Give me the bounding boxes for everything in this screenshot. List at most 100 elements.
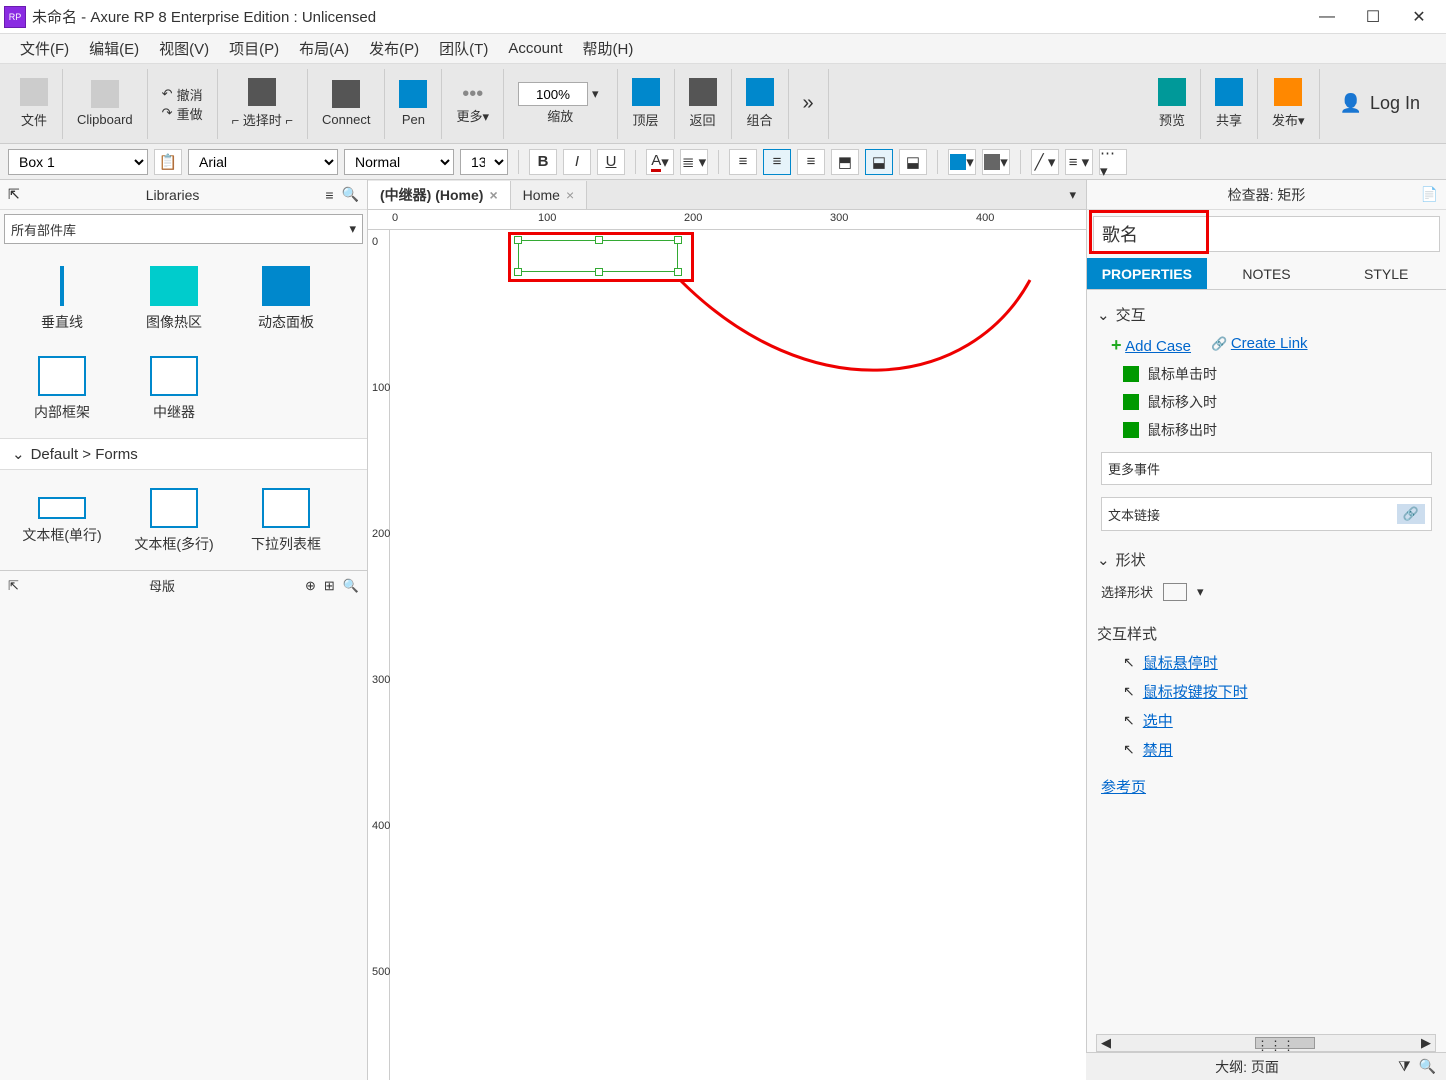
close-button[interactable]: ✕ (1396, 0, 1442, 34)
ixstyle-hover[interactable]: ↖鼠标悬停时 (1095, 648, 1438, 677)
scroll-right-icon[interactable]: ▶ (1417, 1035, 1435, 1051)
widget-vertical-line[interactable]: 垂直线 (6, 254, 118, 344)
login-button[interactable]: 👤 Log In (1320, 93, 1440, 114)
menu-account[interactable]: Account (498, 40, 572, 57)
widget-textfield[interactable]: 文本框(单行) (6, 476, 118, 566)
more-events-select[interactable]: 更多事件 (1101, 452, 1432, 485)
font-weight-select[interactable]: Normal (344, 149, 454, 175)
menu-edit[interactable]: 编辑(E) (79, 38, 149, 59)
ixstyle-disabled[interactable]: ↖禁用 (1095, 735, 1438, 764)
line-color-button[interactable]: ▾ (982, 149, 1010, 175)
menu-project[interactable]: 项目(P) (219, 38, 289, 59)
align-left-button[interactable]: ≡ (729, 149, 757, 175)
menu-publish[interactable]: 发布(P) (359, 38, 429, 59)
arrow-style-button[interactable]: ⋯ ▾ (1099, 149, 1127, 175)
select-mode-button[interactable]: ⌐ 选择时 ⌐ (218, 69, 308, 139)
close-icon[interactable]: × (489, 187, 497, 203)
tab-repeater-home[interactable]: (中继器) (Home)× (368, 181, 511, 209)
add-case-button[interactable]: + Add Case (1111, 335, 1191, 356)
shape-picker[interactable] (1163, 583, 1187, 601)
event-onclick[interactable]: 鼠标单击时 (1095, 360, 1438, 388)
reference-page-link[interactable]: 参考页 (1095, 779, 1146, 796)
text-color-button[interactable]: A ▾ (646, 149, 674, 175)
share-button[interactable]: 共享 (1201, 69, 1258, 139)
tab-properties[interactable]: PROPERTIES (1087, 258, 1207, 290)
line-style-button[interactable]: ≡ ▾ (1065, 149, 1093, 175)
close-icon[interactable]: × (566, 187, 574, 203)
tabs-dropdown-icon[interactable]: ▾ (1059, 187, 1086, 203)
undo-button[interactable]: ↶ 撤消 (162, 85, 203, 104)
zoom-dropdown-icon[interactable]: ▾ (588, 86, 603, 102)
redo-button[interactable]: ↷ 重做 (162, 104, 203, 123)
valign-bottom-button[interactable]: ⬓ (899, 149, 927, 175)
font-size-select[interactable]: 13 (460, 149, 508, 175)
text-link-row[interactable]: 文本链接 🔗 (1101, 497, 1432, 531)
ixstyle-selected[interactable]: ↖选中 (1095, 706, 1438, 735)
forms-section-header[interactable]: ⌄ Default > Forms (0, 438, 367, 470)
search-icon[interactable]: 🔍 (1419, 1058, 1436, 1075)
tab-style[interactable]: STYLE (1326, 258, 1446, 290)
scroll-left-icon[interactable]: ◀ (1097, 1035, 1115, 1051)
maximize-button[interactable]: ☐ (1350, 0, 1396, 34)
search-icon[interactable]: 🔍 (342, 186, 359, 203)
italic-button[interactable]: I (563, 149, 591, 175)
menu-arrange[interactable]: 布局(A) (289, 38, 359, 59)
preview-button[interactable]: 预览 (1144, 69, 1201, 139)
align-right-button[interactable]: ≡ (797, 149, 825, 175)
panel-pin-icon[interactable]: ⇱ (8, 186, 20, 203)
library-selector[interactable]: 所有部件库▾ (4, 214, 363, 244)
widget-dynamic-panel[interactable]: 动态面板 (230, 254, 342, 344)
add-page-icon[interactable]: ⊞ (324, 578, 335, 594)
widget-repeater[interactable]: 中继器 (118, 344, 230, 434)
filter-icon[interactable]: ⧩ (1398, 1058, 1411, 1075)
widget-name-input[interactable]: 歌名 (1093, 216, 1440, 252)
widget-image-hotspot[interactable]: 图像热区 (118, 254, 230, 344)
horizontal-ruler[interactable]: 0 100 200 300 400 (368, 210, 1086, 230)
create-link-button[interactable]: 🔗 Create Link (1211, 335, 1308, 356)
vertical-ruler[interactable]: 0 100 200 300 400 500 (368, 230, 390, 1080)
selected-widget[interactable] (518, 240, 678, 272)
group-button[interactable]: 组合 (732, 69, 789, 139)
bullets-button[interactable]: ≣ ▾ (680, 149, 708, 175)
search-icon[interactable]: 🔍 (343, 578, 359, 594)
tab-home[interactable]: Home× (511, 181, 588, 209)
menu-icon[interactable]: ≡ (325, 187, 333, 203)
ixstyle-mousedown[interactable]: ↖鼠标按键按下时 (1095, 677, 1438, 706)
valign-top-button[interactable]: ⬒ (831, 149, 859, 175)
layer-back-button[interactable]: 返回 (675, 69, 732, 139)
menu-file[interactable]: 文件(F) (10, 38, 79, 59)
more-button[interactable]: ••• 更多▾ (442, 69, 504, 139)
tab-notes[interactable]: NOTES (1207, 258, 1327, 290)
valign-middle-button[interactable]: ⬓ (865, 149, 893, 175)
connect-button[interactable]: Connect (308, 69, 385, 139)
add-folder-icon[interactable]: ⊕ (305, 578, 316, 594)
zoom-input[interactable] (518, 82, 588, 106)
interactions-section[interactable]: ⌄ 交互 (1095, 298, 1438, 331)
chevron-down-icon[interactable]: ▾ (1197, 584, 1204, 600)
fill-color-button[interactable]: ▾ (948, 149, 976, 175)
event-onmouseout[interactable]: 鼠标移出时 (1095, 416, 1438, 444)
menu-team[interactable]: 团队(T) (429, 38, 498, 59)
toolbar-overflow[interactable]: » (789, 69, 829, 139)
pen-button[interactable]: Pen (385, 69, 442, 139)
underline-button[interactable]: U (597, 149, 625, 175)
bold-button[interactable]: B (529, 149, 557, 175)
panel-pin-icon[interactable]: ⇱ (8, 578, 19, 594)
design-canvas[interactable] (390, 230, 1086, 1080)
menu-help[interactable]: 帮助(H) (573, 38, 644, 59)
shape-section[interactable]: ⌄ 形状 (1095, 543, 1438, 576)
event-onmouseenter[interactable]: 鼠标移入时 (1095, 388, 1438, 416)
widget-inline-frame[interactable]: 内部框架 (6, 344, 118, 434)
widget-droplist[interactable]: 下拉列表框 (230, 476, 342, 566)
align-center-button[interactable]: ≡ (763, 149, 791, 175)
menu-view[interactable]: 视图(V) (149, 38, 219, 59)
style-copy-button[interactable]: 📋 (154, 149, 182, 175)
widget-textarea[interactable]: 文本框(多行) (118, 476, 230, 566)
file-group[interactable]: 文件 (6, 69, 63, 139)
shape-style-select[interactable]: Box 1 (8, 149, 148, 175)
scrollbar-thumb[interactable]: ⋮⋮⋮ (1255, 1037, 1315, 1049)
page-icon[interactable]: 📄 (1421, 186, 1438, 203)
inspector-scrollbar[interactable]: ◀ ⋮⋮⋮ ▶ (1096, 1034, 1436, 1052)
font-select[interactable]: Arial (188, 149, 338, 175)
layer-top-button[interactable]: 顶层 (618, 69, 675, 139)
